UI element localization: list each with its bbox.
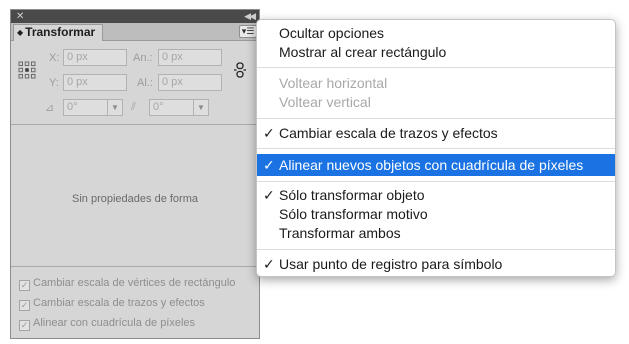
shear-value: 0° xyxy=(153,101,164,113)
menu-item-scale-strokes[interactable]: ✓ Cambiar escala de trazos y efectos xyxy=(257,124,615,143)
menu-item-show-on-create-rect[interactable]: Mostrar al crear rectángulo xyxy=(257,43,615,62)
y-field[interactable]: 0 px xyxy=(63,74,127,91)
menu-item-transform-object-only[interactable]: ✓ Sólo transformar objeto xyxy=(257,186,615,205)
menu-item-label: Cambiar escala de trazos y efectos xyxy=(279,125,498,141)
menu-item-label: Sólo transformar objeto xyxy=(279,187,425,203)
width-field[interactable]: 0 px xyxy=(158,49,222,66)
tab-label: Transformar xyxy=(25,25,96,39)
checkmark-icon: ✓ xyxy=(263,187,275,203)
panel-divider xyxy=(11,266,259,267)
checkbox-scale-corners[interactable]: ✓ Cambiar escala de vértices de rectángul… xyxy=(19,276,235,292)
checkbox-scale-strokes[interactable]: ✓ Cambiar escala de trazos y efectos xyxy=(19,296,205,312)
menu-item-label: Usar punto de registro para símbolo xyxy=(279,256,503,272)
menu-item-use-registration-point[interactable]: ✓ Usar punto de registro para símbolo xyxy=(257,255,615,274)
menu-item-hide-options[interactable]: Ocultar opciones xyxy=(257,24,615,43)
chevron-down-icon: ▼ xyxy=(193,100,208,115)
shear-angle-icon: ⫽ xyxy=(131,101,136,113)
checkbox-align-pixel-grid[interactable]: ✓ Alinear con cuadrícula de píxeles xyxy=(19,316,195,332)
menu-item-transform-both[interactable]: Transformar ambos xyxy=(257,224,615,243)
menu-separator xyxy=(257,148,615,149)
rotate-value: 0° xyxy=(67,101,78,113)
y-label: Y: xyxy=(49,77,59,89)
checkbox-icon[interactable]: ✓ xyxy=(19,300,30,311)
menu-item-label: Sólo transformar motivo xyxy=(279,206,428,222)
menu-separator xyxy=(257,118,615,119)
collapse-icon[interactable]: ◀◀ xyxy=(244,10,256,23)
checkbox-label: Cambiar escala de trazos y efectos xyxy=(33,297,205,309)
panel-tab-bar: ◆ Transformar ▾☰ xyxy=(11,23,259,41)
panel-title-bar[interactable]: ✕ ◀◀ xyxy=(11,10,259,23)
panel-flyout-menu: Ocultar opciones Mostrar al crear rectán… xyxy=(256,19,616,277)
menu-item-label: Voltear horizontal xyxy=(279,75,388,91)
checkbox-label: Alinear con cuadrícula de píxeles xyxy=(33,317,196,329)
panel-menu-button[interactable]: ▾☰ xyxy=(239,25,257,38)
close-icon[interactable]: ✕ xyxy=(16,10,24,23)
menu-separator xyxy=(257,181,615,182)
tab-transformar[interactable]: ◆ Transformar xyxy=(13,24,103,41)
menu-item-label: Alinear nuevos objetos con cuadrícula de… xyxy=(279,157,584,173)
menu-item-transform-pattern-only[interactable]: Sólo transformar motivo xyxy=(257,205,615,224)
shear-dropdown[interactable]: 0° ▼ xyxy=(149,99,209,116)
checkmark-icon: ✓ xyxy=(263,125,275,141)
rotate-angle-icon: ⊿ xyxy=(45,102,55,114)
menu-item-align-pixel-grid[interactable]: ✓ Alinear nuevos objetos con cuadrícula … xyxy=(257,154,615,176)
x-field[interactable]: 0 px xyxy=(63,49,127,66)
panel-divider xyxy=(11,124,259,125)
menu-separator xyxy=(257,67,615,68)
checkmark-icon: ✓ xyxy=(263,157,275,173)
x-label: X: xyxy=(49,52,60,64)
height-field[interactable]: 0 px xyxy=(158,74,222,91)
menu-item-flip-vertical: Voltear vertical xyxy=(257,93,615,112)
checkmark-icon: ✓ xyxy=(263,256,275,272)
width-label: An.: xyxy=(133,52,153,64)
menu-item-label: Transformar ambos xyxy=(279,225,401,241)
transform-panel: ✕ ◀◀ ◆ Transformar ▾☰ X: 0 px An.: 0 px Y… xyxy=(10,9,260,339)
menu-item-label: Voltear vertical xyxy=(279,94,371,110)
tab-stepper-icon[interactable]: ◆ xyxy=(17,28,23,37)
chevron-down-icon: ▼ xyxy=(107,100,122,115)
checkbox-icon[interactable]: ✓ xyxy=(19,320,30,331)
constrain-link-icon[interactable] xyxy=(233,62,247,78)
no-properties-text: Sin propiedades de forma xyxy=(72,193,198,205)
reference-point-icon[interactable] xyxy=(18,61,36,79)
rotate-dropdown[interactable]: 0° ▼ xyxy=(63,99,123,116)
checkbox-icon[interactable]: ✓ xyxy=(19,280,30,291)
height-label: Al.: xyxy=(137,77,153,89)
checkbox-label: Cambiar escala de vértices de rectángulo xyxy=(33,277,236,289)
menu-item-flip-horizontal: Voltear horizontal xyxy=(257,74,615,93)
menu-item-label: Ocultar opciones xyxy=(279,25,385,41)
menu-item-label: Mostrar al crear rectángulo xyxy=(279,44,447,60)
menu-separator xyxy=(257,249,615,250)
